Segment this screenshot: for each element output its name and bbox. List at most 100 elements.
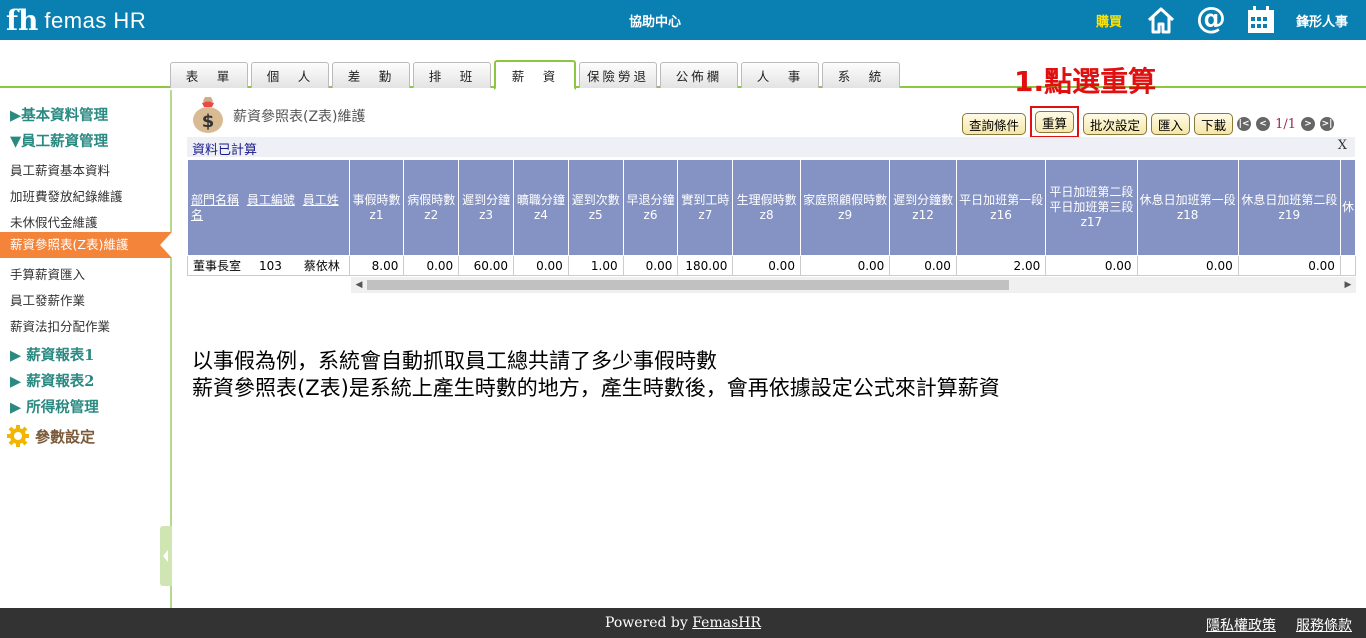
top-bar: fh femas HR 協助中心 購買 @ 鋒形人事 [0,0,1366,40]
sidebar-item-payroll[interactable]: 員工發薪作業 [10,290,85,309]
emp-no-header[interactable]: 員工編號 [247,193,295,207]
tab-system[interactable]: 系 統 [822,62,900,88]
tab-insurance[interactable]: 保險勞退 [579,62,657,88]
column-header-z5: 遲到次數 z5 [567,159,624,256]
column-name: 休息日加班第二段 [1241,192,1338,207]
recalculate-button[interactable]: 重算 [1035,111,1075,133]
scroll-right-icon[interactable]: ▶ [1340,277,1356,293]
sidebar-head-tax[interactable]: ▶ 所得稅管理 [10,396,99,417]
column-code: z19 [1278,207,1301,222]
privacy-policy-link[interactable]: 隱私權政策 [1206,615,1276,635]
status-bar: 資料已計算 X [187,137,1355,158]
next-page-icon[interactable]: > [1301,117,1315,131]
column-header-z17: 平日加班第二段 平日加班第三段 z17 [1045,159,1138,256]
column-header-z16: 平日加班第一段 z16 [955,159,1047,256]
tab-salary[interactable]: 薪 資 [494,60,576,90]
column-code: z12 [912,207,934,222]
explanation-text: 以事假為例，系統會自動抓取員工總共請了多少事假時數 薪資參照表(Z表)是系統上產… [192,348,1000,402]
batch-settings-button[interactable]: 批次設定 [1083,113,1148,135]
column-header-z19: 休息日加班第二段 z19 [1237,159,1341,256]
column-code: z2 [424,207,439,222]
column-code: z9 [838,207,853,222]
column-name: 早退分鐘 [626,192,675,207]
value-cell: 0.00 [1237,255,1341,276]
at-icon[interactable]: @ [1196,4,1226,35]
column-name: 實到工時 [681,192,730,207]
tab-bulletin[interactable]: 公佈欄 [660,62,738,88]
scroll-left-icon[interactable]: ◀ [351,277,367,293]
column-code: z7 [698,207,713,222]
column-header-z2: 病假時數 z2 [403,159,460,256]
download-button[interactable]: 下載 [1194,113,1234,135]
column-header-z1: 事假時數 z1 [348,159,405,256]
femas-logo[interactable]: fh femas HR [6,4,146,38]
help-center-link[interactable]: 協助中心 [600,11,710,30]
tab-hr[interactable]: 人 事 [741,62,819,88]
table-header-row: 部門名稱 員工編號 員工姓名 事假時數 z1 病假時數 z2 遲到分鐘 z3 曠職分鐘 z4 遲… [187,159,1356,256]
buy-link[interactable]: 購買 [1096,11,1122,30]
company-name[interactable]: 鋒形人事 [1296,11,1348,30]
column-header-z7: 實到工時 z7 [677,159,734,256]
first-page-icon[interactable]: |< [1237,117,1252,131]
sidebar-item-deduction[interactable]: 薪資法扣分配作業 [10,316,110,335]
z-table-grid: 部門名稱 員工編號 員工姓名 事假時數 z1 病假時數 z2 遲到分鐘 z3 曠職分鐘 z4 遲… [187,159,1356,293]
femashr-link[interactable]: FemasHR [692,615,761,631]
parameter-settings[interactable]: 參數設定 [6,424,95,448]
column-code: z8 [759,207,774,222]
tab-attendance[interactable]: 差 勤 [332,62,410,88]
value-cell: 0.00 [1045,255,1138,276]
calendar-icon[interactable] [1246,5,1276,35]
sidebar-collapse-handle[interactable] [160,526,172,586]
sidebar-item-salary-basic[interactable]: 員工薪資基本資料 [10,160,110,179]
module-tab-bar: 表 單 個 人 差 勤 排 班 薪 資 保險勞退 公佈欄 人 事 系 統 [0,40,1366,90]
column-header-z4: 曠職分鐘 z4 [513,159,569,256]
terms-of-service-link[interactable]: 服務條款 [1296,615,1352,635]
column-header-z3: 遲到分鐘 z3 [458,159,515,256]
last-page-icon[interactable]: >| [1320,117,1334,131]
sidebar-item-unused-leave-pay[interactable]: 未休假代金維護 [10,212,98,231]
column-name: 休息日加班第一段 [1139,192,1236,207]
sidebar-item-z-table[interactable]: 薪資參照表(Z表)維護 [0,232,172,258]
prev-page-icon[interactable]: < [1256,117,1271,131]
horizontal-scrollbar[interactable]: ◀ ▶ [351,277,1356,293]
value-cell: 1.00 [567,255,624,276]
column-name: 遲到次數 [571,192,620,207]
column-header-z18: 休息日加班第一段 z18 [1136,159,1239,256]
powered-by: Powered by FemasHR [0,615,1366,631]
sidebar-head-basic-data[interactable]: ▶基本資料管理 [10,104,108,125]
powered-by-label: Powered by [604,615,693,631]
column-name: 平日加班第一段 [959,192,1044,207]
value-cell: 0.00 [622,255,679,276]
value-cell: 180.00 [677,255,734,276]
sidebar-head-report2[interactable]: ▶ 薪資報表2 [10,370,94,391]
value-cell: 8.00 [348,255,405,276]
sidebar-head-report1[interactable]: ▶ 薪資報表1 [10,344,94,365]
column-code: z5 [588,207,603,222]
column-code: z4 [533,207,548,222]
value-cell: 0.00 [889,255,957,276]
home-icon[interactable] [1146,5,1176,35]
footer: Powered by FemasHR 隱私權政策 服務條款 [0,608,1366,638]
value-cell [1339,255,1356,276]
tab-scheduling[interactable]: 排 班 [413,62,491,88]
query-conditions-button[interactable]: 查詢條件 [962,113,1027,135]
column-name: 遲到分鐘 [462,192,511,207]
close-status-button[interactable]: X [1338,138,1347,153]
money-bag-icon: $ [193,97,223,133]
column-header-z6: 早退分鐘 z6 [622,159,679,256]
sidebar-item-manual-import[interactable]: 手算薪資匯入 [10,264,85,283]
parameter-settings-label: 參數設定 [35,427,96,446]
import-button[interactable]: 匯入 [1151,113,1191,135]
dept-cell: 董事長室 [193,259,242,273]
column-header-z9: 家庭照顧假時數 z9 [799,159,891,256]
sidebar-item-overtime-records[interactable]: 加班費發放紀錄維護 [10,186,123,205]
page-title: 薪資參照表(Z表)維護 [233,109,366,125]
table-row[interactable]: 董事長室 103 蔡依林 8.00 0.00 60.00 0.00 1.00 0.00 180.0… [187,255,1356,276]
dept-name-header[interactable]: 部門名稱 [191,193,239,207]
scrollbar-thumb[interactable] [367,280,1009,290]
column-name: 家庭照顧假時數 [803,192,888,207]
sidebar-head-salary-management[interactable]: ▼員工薪資管理 [10,130,108,151]
tab-forms[interactable]: 表 單 [170,62,248,88]
column-code: z16 [990,207,1012,222]
tab-personal[interactable]: 個 人 [251,62,329,88]
